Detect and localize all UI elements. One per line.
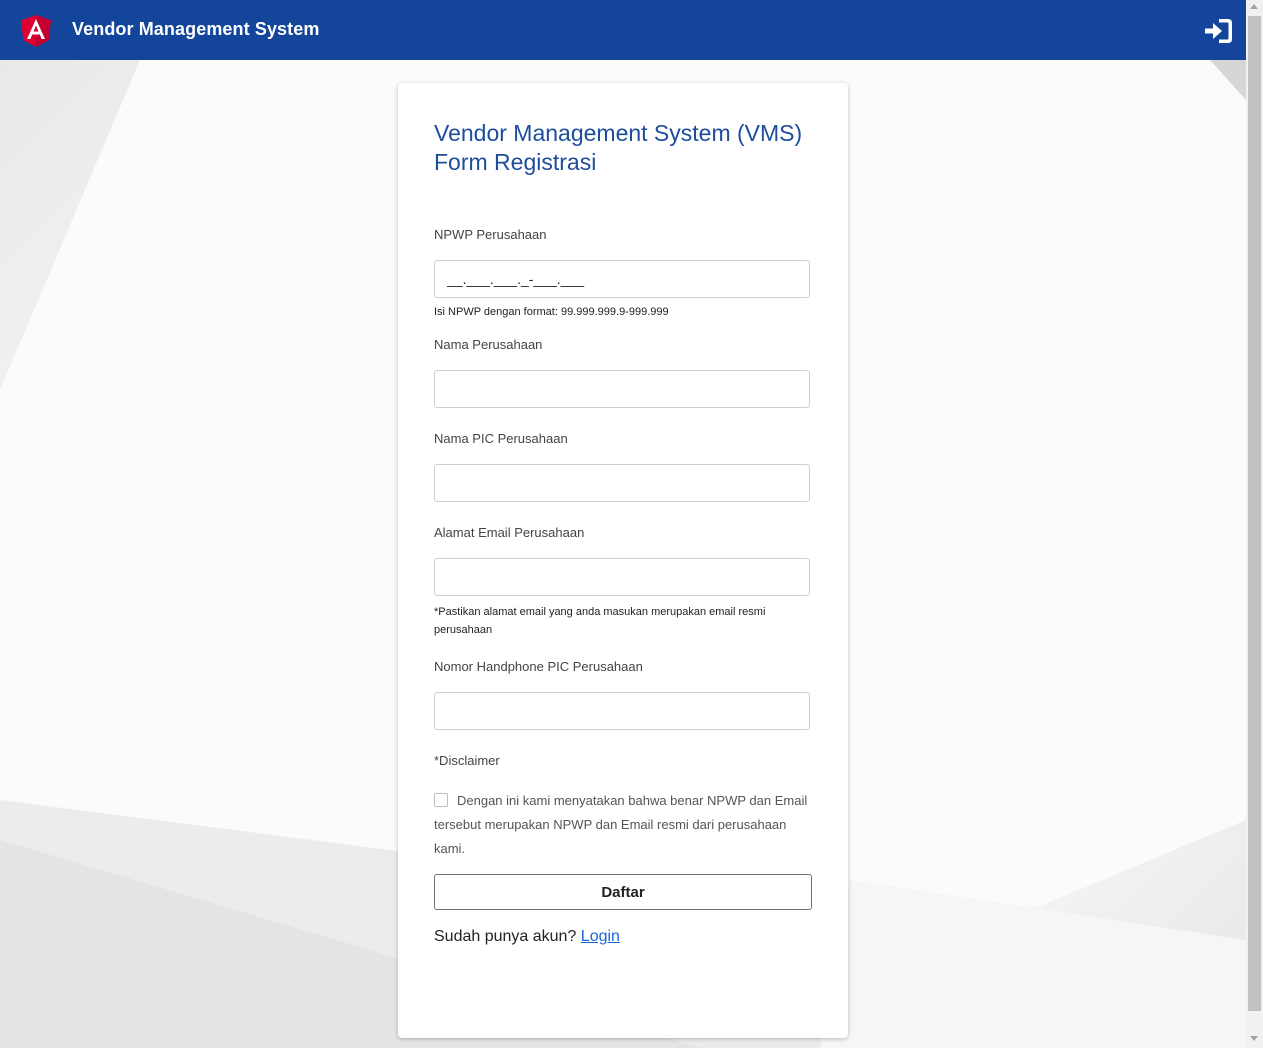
- scrollbar-thumb[interactable]: [1248, 16, 1261, 1011]
- pic-name-input[interactable]: [434, 464, 810, 502]
- angular-logo-icon[interactable]: [21, 15, 51, 48]
- company-name-input[interactable]: [434, 370, 810, 408]
- registration-card: Vendor Management System (VMS) Form Regi…: [398, 83, 848, 1038]
- phone-label: Nomor Handphone PIC Perusahaan: [434, 659, 643, 674]
- email-input[interactable]: [434, 558, 810, 596]
- brand-title[interactable]: Vendor Management System: [72, 19, 319, 40]
- disclaimer-label: *Disclaimer: [434, 753, 500, 768]
- form-title-line1: Vendor Management System (VMS): [434, 120, 803, 146]
- scroll-down-arrow-icon[interactable]: [1250, 1036, 1258, 1041]
- top-navbar: Vendor Management System: [0, 0, 1246, 60]
- scroll-up-arrow-icon[interactable]: [1250, 4, 1258, 9]
- sign-in-icon[interactable]: [1205, 19, 1232, 43]
- npwp-label: NPWP Perusahaan: [434, 227, 547, 242]
- login-link[interactable]: Login: [581, 928, 620, 945]
- npwp-hint: Isi NPWP dengan format: 99.999.999.9-999…: [434, 306, 669, 318]
- login-prompt: Sudah punya akun?: [434, 928, 577, 945]
- login-row: Sudah punya akun? Login: [434, 928, 620, 946]
- phone-input[interactable]: [434, 692, 810, 730]
- vertical-scrollbar[interactable]: [1246, 0, 1263, 1048]
- email-hint: *Pastikan alamat email yang anda masukan…: [434, 606, 766, 636]
- company-name-label: Nama Perusahaan: [434, 337, 543, 352]
- disclaimer-text: Dengan ini kami menyatakan bahwa benar N…: [434, 793, 808, 856]
- form-title: Vendor Management System (VMS) Form Regi…: [434, 119, 824, 177]
- email-label: Alamat Email Perusahaan: [434, 525, 585, 540]
- pic-name-label: Nama PIC Perusahaan: [434, 431, 568, 446]
- register-button[interactable]: Daftar: [434, 874, 812, 910]
- npwp-input[interactable]: [434, 260, 810, 298]
- disclaimer-checkbox[interactable]: [434, 793, 448, 807]
- form-title-line2: Form Registrasi: [434, 149, 597, 175]
